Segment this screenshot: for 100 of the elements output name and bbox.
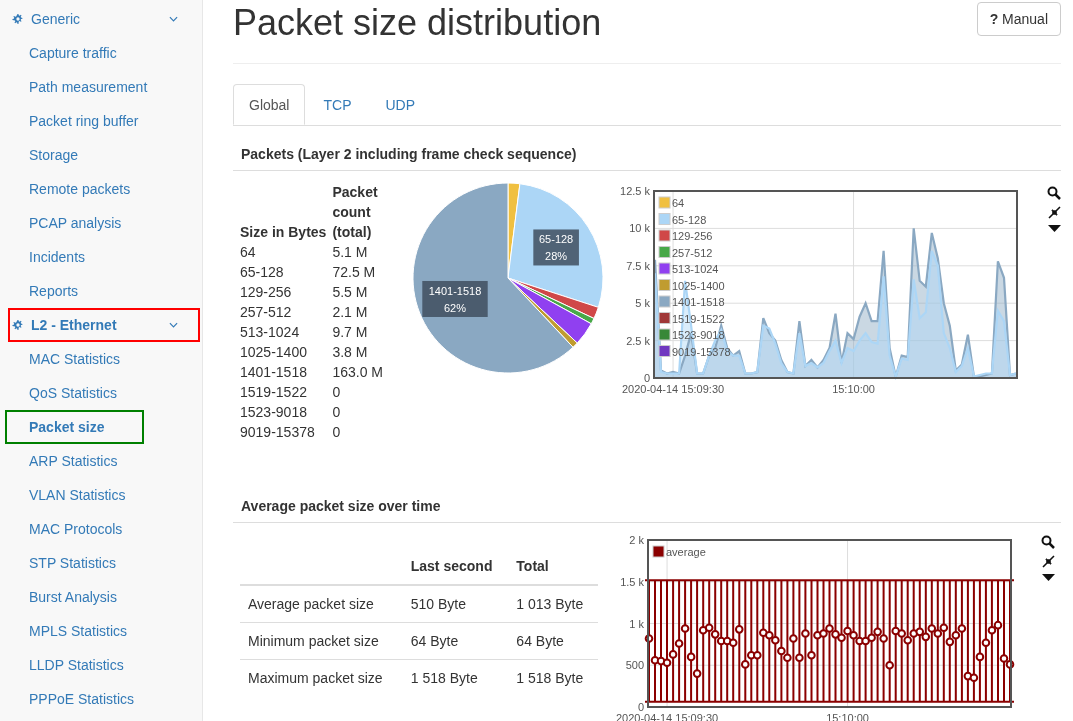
data-point xyxy=(927,624,937,633)
data-point xyxy=(945,637,955,647)
legend-label: 1025-1400 xyxy=(672,279,725,292)
data-point xyxy=(843,626,852,636)
sidebar-item[interactable]: PPPoE Statistics xyxy=(0,682,202,716)
sidebar-item[interactable]: PCAP analysis xyxy=(0,206,202,240)
data-point xyxy=(933,629,943,638)
sidebar-item[interactable]: Incidents xyxy=(0,240,202,274)
data-point xyxy=(668,650,678,659)
table-cell-text: 5.1 M xyxy=(332,243,369,262)
collapse-arrows-icon[interactable] xyxy=(1047,206,1061,219)
y-tick-label: 12.5 k xyxy=(620,185,650,197)
sidebar-item[interactable]: MAC Protocols xyxy=(0,512,202,546)
sidebar-item[interactable]: LLDP Statistics xyxy=(0,648,202,682)
data-point xyxy=(710,630,720,639)
sidebar-item[interactable]: Packet ring buffer xyxy=(0,104,202,138)
data-point xyxy=(765,630,774,640)
sidebar-item[interactable]: Storage xyxy=(0,138,202,172)
data-point xyxy=(975,652,985,662)
dropdown-icon[interactable] xyxy=(1041,574,1055,582)
sidebar-item[interactable]: Remote packets xyxy=(0,172,202,206)
data-point xyxy=(662,658,672,668)
y-tick-label: 1 k xyxy=(629,617,644,630)
sidebar-item[interactable]: MAC Statistics xyxy=(0,342,202,376)
legend-item: 64 xyxy=(658,196,685,209)
sidebar-item[interactable]: Reports xyxy=(0,274,202,308)
y-tick-label: 500 xyxy=(625,659,644,672)
y-tick-label: 0 xyxy=(643,372,650,384)
data-point xyxy=(903,635,912,645)
legend-item: 513-1024 xyxy=(658,262,719,275)
data-point xyxy=(831,630,840,639)
legend-item: 1025-1400 xyxy=(658,279,725,292)
sidebar-item[interactable]: Burst Analysis xyxy=(0,580,202,614)
sidebar-item[interactable]: Path measurement xyxy=(0,70,202,104)
data-point xyxy=(873,627,882,637)
legend-label: 1519-1522 xyxy=(672,312,725,325)
table-cell-text: 0 xyxy=(332,383,342,402)
data-point xyxy=(789,634,798,643)
table-cell: Average packet size xyxy=(240,585,403,623)
zoom-icon[interactable] xyxy=(1041,535,1055,549)
data-point xyxy=(795,653,804,663)
data-point xyxy=(891,626,900,636)
slice-label: 65-128 xyxy=(538,233,574,246)
sidebar-item[interactable]: MPLS Statistics xyxy=(0,614,202,648)
x-tick-label: 2020-04-14 15:09:30 xyxy=(621,383,725,395)
table-cell-text: 9.7 M xyxy=(332,323,369,342)
table-cell-text: 129-256 xyxy=(240,283,293,302)
y-tick-label: 2 k xyxy=(629,534,644,546)
gear-icon xyxy=(12,13,24,25)
table-cell-text: 72.5 M xyxy=(332,263,377,282)
data-point xyxy=(692,669,702,678)
data-point xyxy=(915,627,925,637)
data-point xyxy=(801,629,810,638)
table-cell-text: 163.0 M xyxy=(332,363,385,382)
data-point xyxy=(807,650,816,660)
table-cell: 64 Byte xyxy=(508,622,598,660)
collapse-arrows-icon[interactable] xyxy=(1041,555,1055,568)
table-cell-text: 1523-9018 xyxy=(240,403,308,422)
legend-item: average xyxy=(652,545,706,558)
dropdown-icon[interactable] xyxy=(1047,225,1061,233)
sidebar-item[interactable]: QoS Statistics xyxy=(0,376,202,410)
data-point xyxy=(771,635,780,645)
sidebar-item[interactable]: ARP Statistics xyxy=(0,444,202,478)
slice-label: 1401-1518 xyxy=(428,284,482,297)
page-title: Packet size distribution xyxy=(233,2,602,44)
table-cell: 1 518 Byte xyxy=(508,659,598,696)
column-header: Size in Bytes xyxy=(240,223,328,242)
legend-label: average xyxy=(666,546,706,558)
sidebar-item[interactable]: Capture traffic xyxy=(0,36,202,70)
sidebar-group-header[interactable]: L2 - Ethernet xyxy=(8,308,200,342)
data-point xyxy=(849,630,858,640)
table-cell-text: 2.1 M xyxy=(332,303,369,322)
sidebar-item[interactable]: VLAN Statistics xyxy=(0,478,202,512)
legend-item: 1519-1522 xyxy=(658,312,725,325)
data-point xyxy=(734,625,744,634)
tab[interactable]: UDP xyxy=(369,84,432,125)
y-tick-label: 5 k xyxy=(635,297,650,310)
slice-label: 65-128 28% xyxy=(533,229,579,266)
sidebar-item[interactable]: STP Statistics xyxy=(0,546,202,580)
data-point xyxy=(987,625,997,635)
legend-label: 65-128 xyxy=(672,213,707,226)
table-cell-text: 1519-1522 xyxy=(240,383,308,402)
sidebar-group-header[interactable]: Generic xyxy=(0,2,200,36)
data-point xyxy=(740,660,750,669)
zoom-icon[interactable] xyxy=(1047,186,1061,200)
table-cell: 1 518 Byte xyxy=(402,659,509,696)
data-point xyxy=(753,650,762,660)
legend-label: 64 xyxy=(672,197,685,209)
y-tick-label: 0 xyxy=(637,701,644,713)
gear-icon xyxy=(12,319,24,331)
sidebar-item[interactable]: Packet size xyxy=(5,410,144,444)
data-point xyxy=(674,639,684,648)
manual-button[interactable]: ? Manual xyxy=(976,2,1061,36)
data-point xyxy=(861,636,870,646)
table-cell-text: 3.8 M xyxy=(332,343,369,362)
tab[interactable]: TCP xyxy=(307,84,368,125)
tab[interactable]: Global xyxy=(233,84,306,125)
table-cell: Minimum packet size xyxy=(240,622,403,660)
y-tick-label: 2.5 k xyxy=(626,334,650,347)
data-point xyxy=(777,646,786,656)
